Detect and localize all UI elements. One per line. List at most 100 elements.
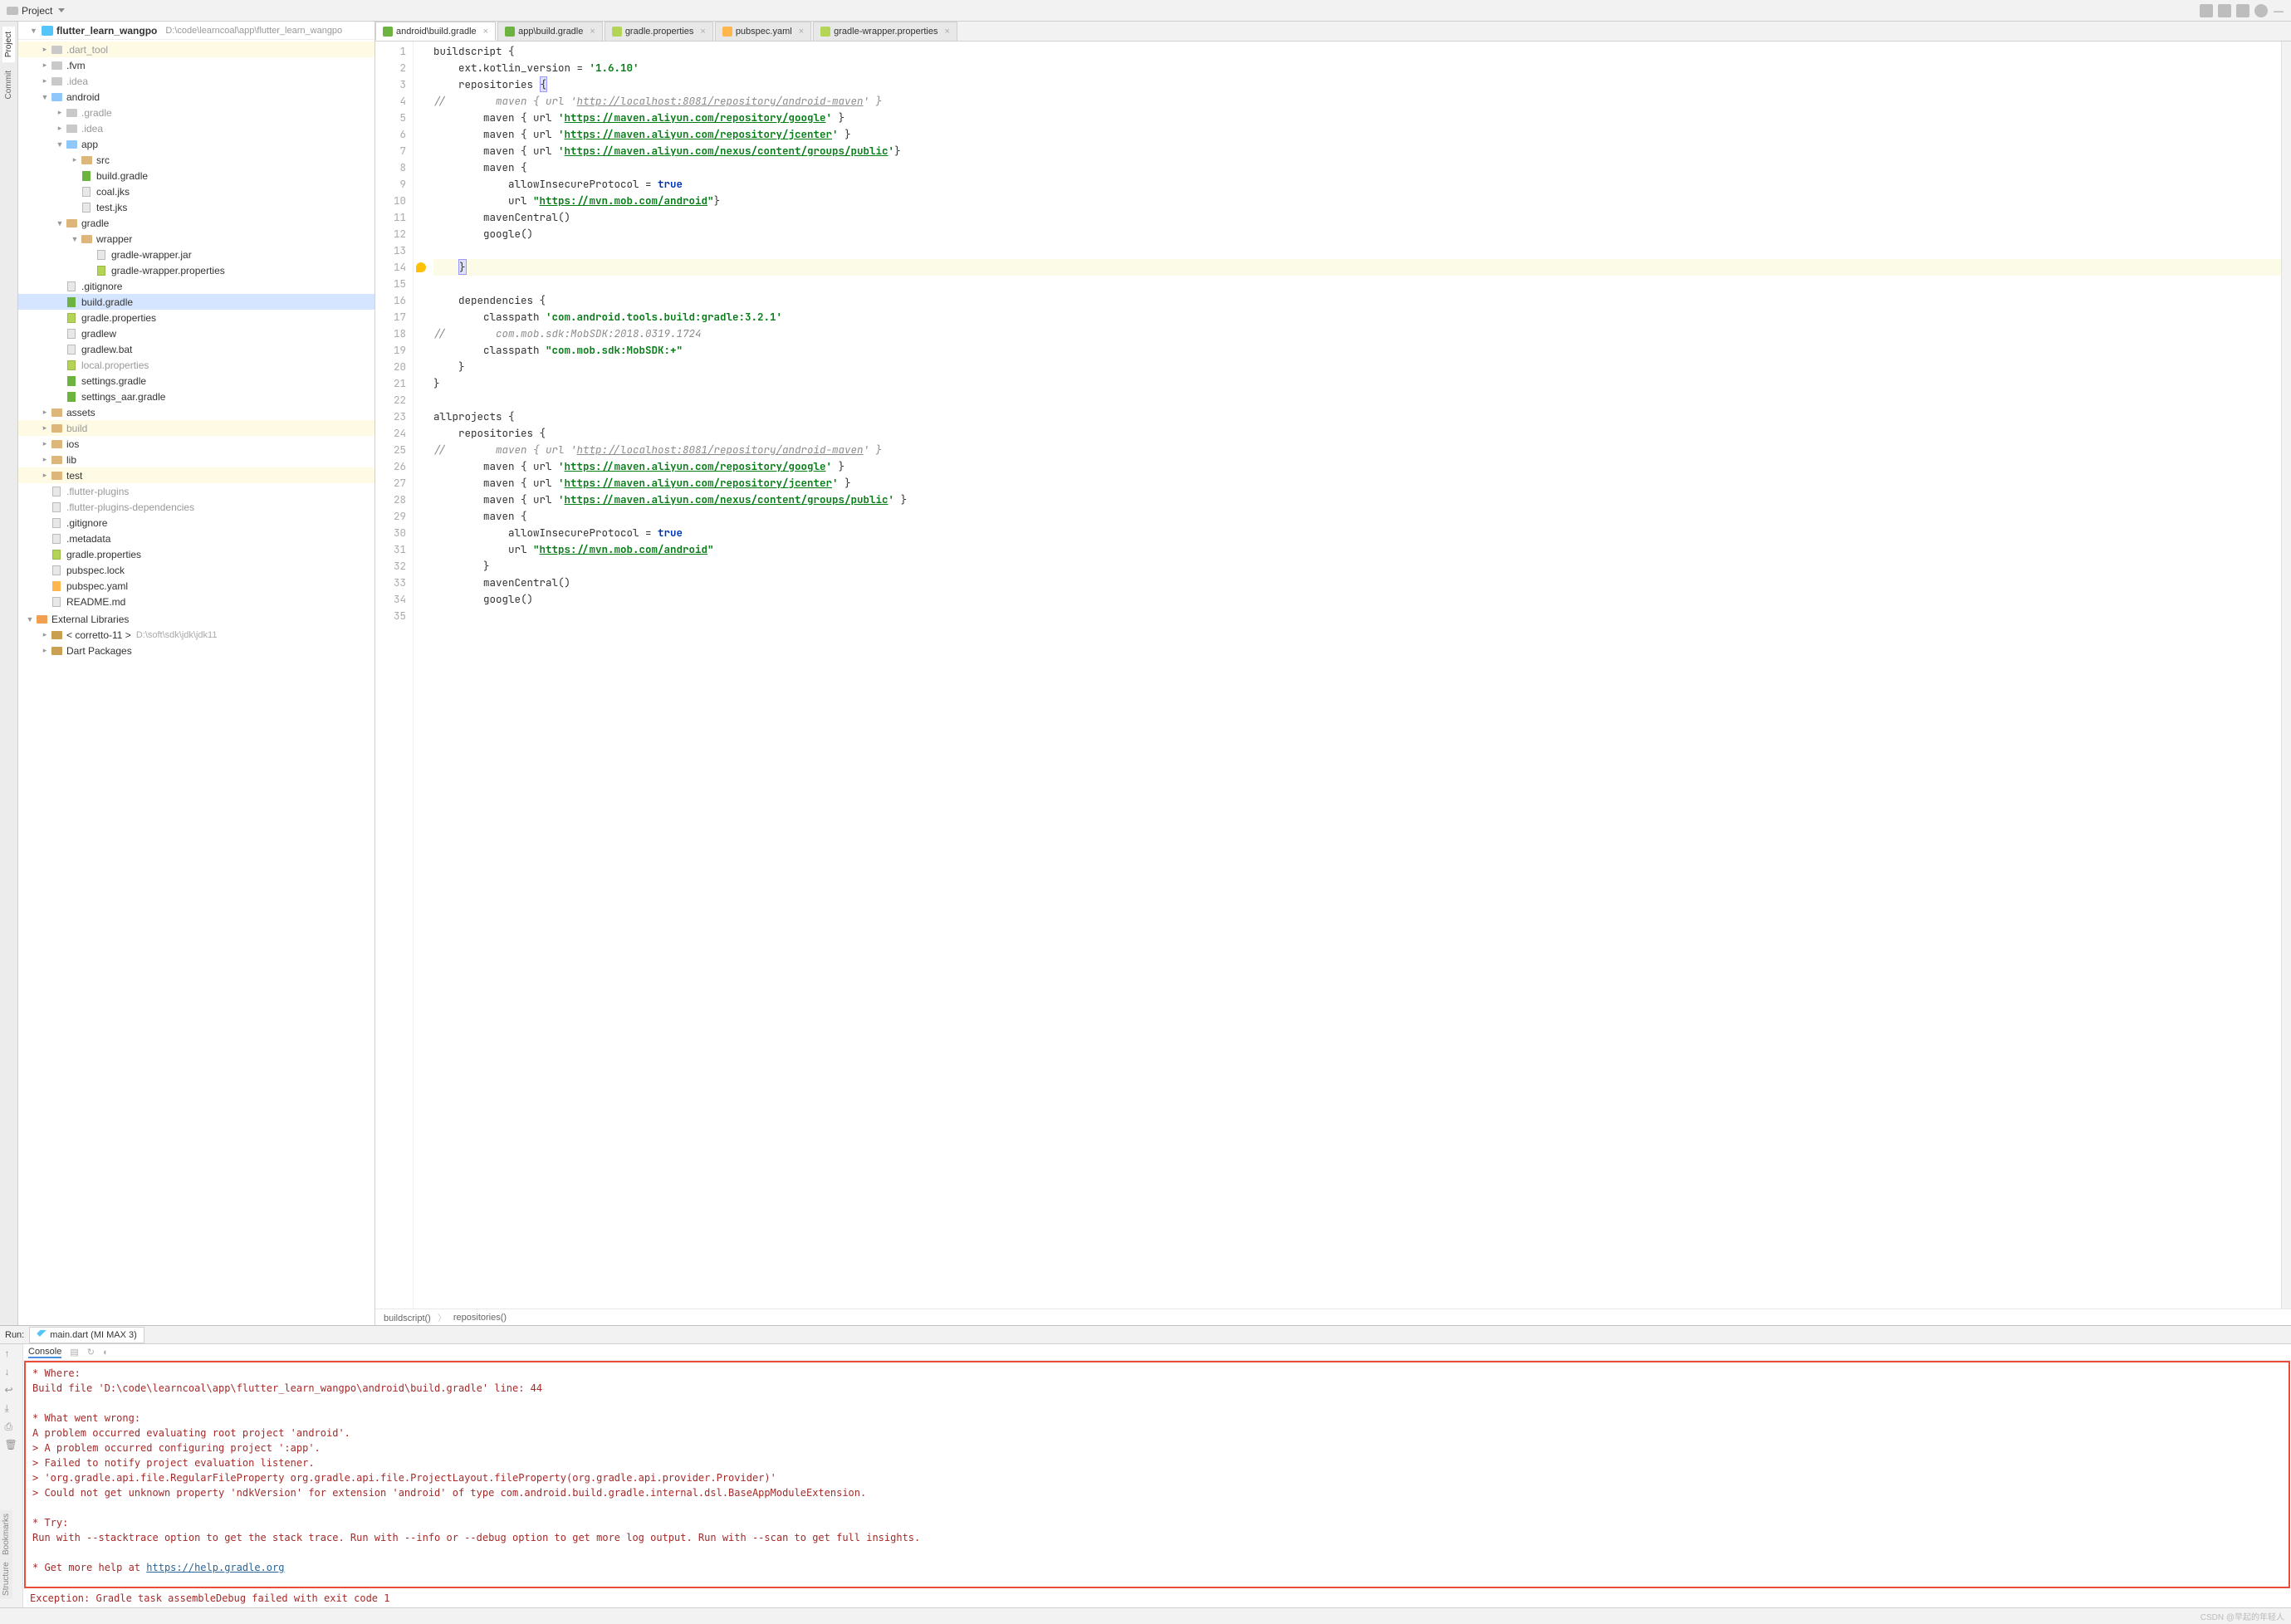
tree-item-lib[interactable]: ▸lib <box>18 452 374 467</box>
tree-item-README.md[interactable]: README.md <box>18 594 374 609</box>
expand-all-icon[interactable] <box>2218 4 2231 17</box>
tree-item-.flutter-plugins[interactable]: .flutter-plugins <box>18 483 374 499</box>
reload-icon[interactable]: ↻ <box>87 1347 95 1357</box>
tree-item-build[interactable]: ▸build <box>18 420 374 436</box>
file-icon <box>722 27 732 37</box>
tree-item-assets[interactable]: ▸assets <box>18 404 374 420</box>
breadcrumb[interactable]: buildscript() repositories() <box>375 1308 2291 1325</box>
tree-item-test.jks[interactable]: test.jks <box>18 199 374 215</box>
file-icon <box>505 27 515 37</box>
editor-tab-gradle.properties[interactable]: gradle.properties× <box>605 22 713 41</box>
tree-item-settings_aar.gradle[interactable]: settings_aar.gradle <box>18 389 374 404</box>
tree-item-android[interactable]: ▼android <box>18 89 374 105</box>
tree-item-.idea[interactable]: ▸.idea <box>18 120 374 136</box>
intention-bulb-icon[interactable] <box>416 262 426 272</box>
tree-item-local.properties[interactable]: local.properties <box>18 357 374 373</box>
tree-item-.gitignore[interactable]: .gitignore <box>18 278 374 294</box>
tree-item-.metadata[interactable]: .metadata <box>18 531 374 546</box>
commit-tool-tab[interactable]: Commit <box>2 66 15 104</box>
folder-icon <box>7 7 18 15</box>
external-libraries[interactable]: ▼ External Libraries <box>18 611 374 627</box>
run-tab-label: main.dart (MI MAX 3) <box>50 1330 137 1340</box>
tree-item-.flutter-plugins-dependencies[interactable]: .flutter-plugins-dependencies <box>18 499 374 515</box>
up-stack-icon[interactable] <box>5 1348 18 1361</box>
left-tool-rail: Project Commit <box>0 22 18 1325</box>
error-stripe[interactable] <box>2281 42 2291 1308</box>
print-icon[interactable] <box>5 1421 18 1434</box>
filter-icon[interactable]: ▤ <box>70 1347 78 1357</box>
console-output[interactable]: * Where:Build file 'D:\code\learncoal\ap… <box>24 1361 2290 1588</box>
tree-item-ios[interactable]: ▸ios <box>18 436 374 452</box>
scroll-end-icon[interactable] <box>5 1402 18 1416</box>
gear-icon[interactable] <box>2254 4 2268 17</box>
tree-item-build.gradle[interactable]: build.gradle <box>18 294 374 310</box>
tree-item-app[interactable]: ▼app <box>18 136 374 152</box>
editor-tab-android\build.gradle[interactable]: android\build.gradle× <box>375 22 496 41</box>
tree-item-.idea[interactable]: ▸.idea <box>18 73 374 89</box>
editor-area: android\build.gradle×app\build.gradle×gr… <box>375 22 2291 1325</box>
top-toolbar: Project — <box>0 0 2291 22</box>
chevron-down-icon <box>58 8 65 12</box>
flutter-icon <box>37 1330 47 1340</box>
tree-item-.fvm[interactable]: ▸.fvm <box>18 57 374 73</box>
close-icon[interactable]: × <box>799 27 804 37</box>
editor-tab-gradle-wrapper.properties[interactable]: gradle-wrapper.properties× <box>813 22 957 41</box>
run-panel: Run: main.dart (MI MAX 3) Console ▤ ↻ <box>0 1325 2291 1607</box>
select-opened-file-icon[interactable] <box>2200 4 2213 17</box>
tree-item-gradlew.bat[interactable]: gradlew.bat <box>18 341 374 357</box>
file-icon <box>820 27 830 37</box>
watermark: CSDN @早起的年轻人 <box>2200 1610 2284 1622</box>
tree-item-gradle.properties[interactable]: gradle.properties <box>18 546 374 562</box>
tree-item-< corretto-11 >[interactable]: ▸< corretto-11 >D:\soft\sdk\jdk\jdk11 <box>18 627 374 643</box>
tree-item-Dart Packages[interactable]: ▸Dart Packages <box>18 643 374 658</box>
breadcrumb-item[interactable]: repositories() <box>453 1313 513 1323</box>
project-label-text: Project <box>22 5 52 17</box>
tree-item-coal.jks[interactable]: coal.jks <box>18 183 374 199</box>
editor-tab-pubspec.yaml[interactable]: pubspec.yaml× <box>715 22 811 41</box>
tree-item-.gitignore[interactable]: .gitignore <box>18 515 374 531</box>
tree-item-gradle-wrapper.jar[interactable]: gradle-wrapper.jar <box>18 247 374 262</box>
collapse-all-icon[interactable] <box>2236 4 2249 17</box>
project-tool-tab[interactable]: Project <box>2 27 15 62</box>
tree-item-.gradle[interactable]: ▸.gradle <box>18 105 374 120</box>
project-root-path: D:\code\learncoal\app\flutter_learn_wang… <box>165 26 342 36</box>
close-icon[interactable]: × <box>944 27 949 37</box>
run-config-tab[interactable]: main.dart (MI MAX 3) <box>29 1327 144 1343</box>
tree-item-settings.gradle[interactable]: settings.gradle <box>18 373 374 389</box>
tree-item-gradlew[interactable]: gradlew <box>18 325 374 341</box>
console-exception: Exception: Gradle task assembleDebug fai… <box>23 1589 2291 1607</box>
soft-wrap-icon[interactable] <box>5 1384 18 1397</box>
project-dropdown[interactable]: Project <box>7 5 65 17</box>
tree-item-build.gradle[interactable]: build.gradle <box>18 168 374 183</box>
tree-item-src[interactable]: ▸src <box>18 152 374 168</box>
console-tab[interactable]: Console <box>28 1347 61 1358</box>
file-icon <box>612 27 622 37</box>
project-root-name: flutter_learn_wangpo <box>56 25 157 37</box>
editor-tab-app\build.gradle[interactable]: app\build.gradle× <box>497 22 603 41</box>
tree-item-gradle[interactable]: ▼gradle <box>18 215 374 231</box>
tree-item-pubspec.yaml[interactable]: pubspec.yaml <box>18 578 374 594</box>
console-subtabs: Console ▤ ↻ ◐ <box>23 1344 2291 1361</box>
tree-item-wrapper[interactable]: ▼wrapper <box>18 231 374 247</box>
close-icon[interactable]: × <box>483 27 488 37</box>
devtools-icon[interactable]: ◐ <box>103 1348 109 1357</box>
tree-item-gradle-wrapper.properties[interactable]: gradle-wrapper.properties <box>18 262 374 278</box>
status-bar: CSDN @早起的年轻人 <box>0 1607 2291 1624</box>
project-tree-panel: ▼ flutter_learn_wangpo D:\code\learncoal… <box>18 22 375 1325</box>
project-root[interactable]: ▼ flutter_learn_wangpo D:\code\learncoal… <box>18 22 374 40</box>
clear-icon[interactable] <box>5 1439 18 1452</box>
flutter-icon <box>42 26 53 36</box>
tree-item-.dart_tool[interactable]: ▸.dart_tool <box>18 42 374 57</box>
run-label: Run: <box>5 1330 24 1340</box>
code-editor[interactable]: 1234567891011121314151617181920212223242… <box>375 42 2291 1308</box>
close-icon[interactable]: × <box>700 27 705 37</box>
structure-rail[interactable]: Structure Bookmarks <box>0 1510 12 1599</box>
hide-panel-icon[interactable]: — <box>2273 5 2284 17</box>
tree-item-pubspec.lock[interactable]: pubspec.lock <box>18 562 374 578</box>
close-icon[interactable]: × <box>590 27 595 37</box>
breadcrumb-item[interactable]: buildscript() <box>384 1311 447 1324</box>
down-stack-icon[interactable] <box>5 1366 18 1379</box>
tree-item-test[interactable]: ▸test <box>18 467 374 483</box>
tree-item-gradle.properties[interactable]: gradle.properties <box>18 310 374 325</box>
editor-tabs: android\build.gradle×app\build.gradle×gr… <box>375 22 2291 42</box>
